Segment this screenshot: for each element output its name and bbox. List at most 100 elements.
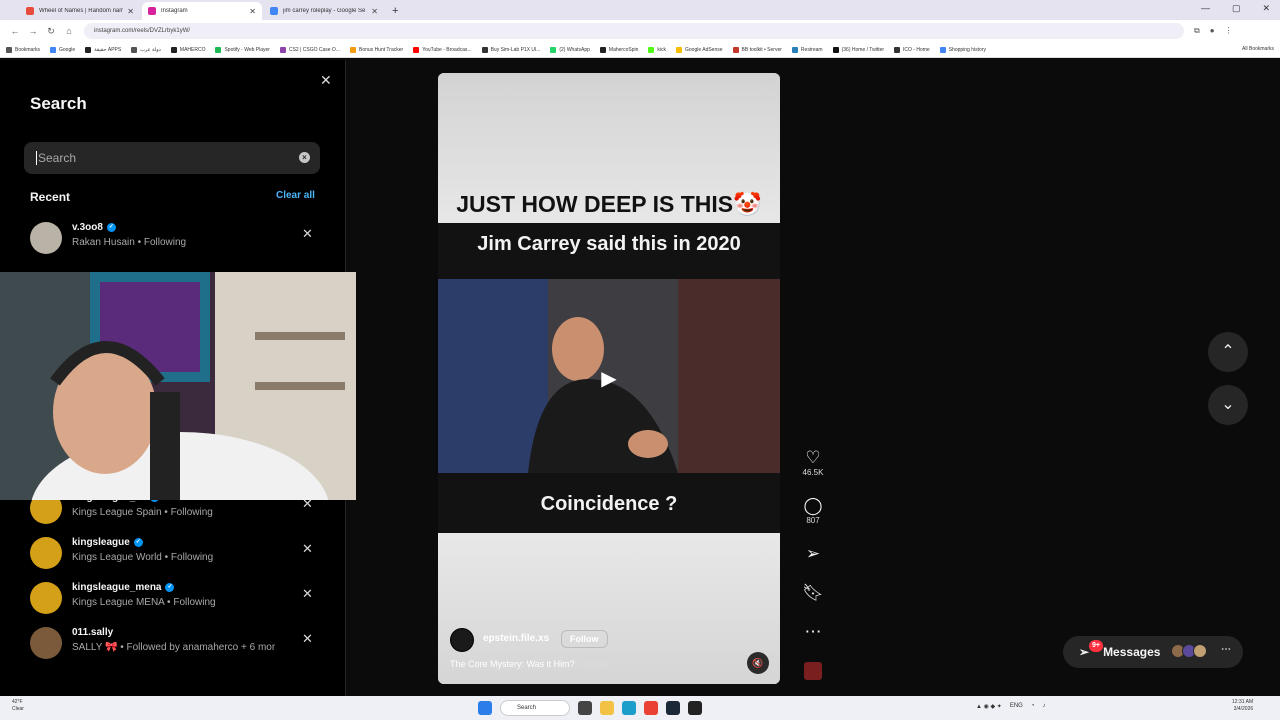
- bookmark-item[interactable]: MAHERCO: [170, 46, 205, 53]
- bookmark-item[interactable]: YouTube - Broadcas...: [413, 46, 472, 53]
- volume-icon[interactable]: ♪: [1042, 703, 1045, 710]
- minimize-icon[interactable]: —: [1201, 3, 1210, 14]
- close-window-icon[interactable]: ✕: [1262, 3, 1270, 14]
- audio-thumbnail-icon[interactable]: [804, 662, 822, 680]
- next-reel-button[interactable]: ⌄: [1208, 385, 1248, 425]
- play-icon[interactable]: ▶: [597, 367, 621, 391]
- share-action[interactable]: ➢: [800, 544, 826, 564]
- language-indicator[interactable]: ENG: [1010, 703, 1023, 710]
- close-tab-icon[interactable]: ✕: [127, 7, 134, 16]
- bookmark-item[interactable]: kick: [648, 46, 666, 53]
- recent-search-item[interactable]: kingsleague ✓ Kings League World • Follow…: [30, 533, 330, 573]
- save-action[interactable]: 🔖︎: [800, 583, 826, 603]
- taskbar-search[interactable]: Search: [500, 700, 570, 716]
- taskbar-clock[interactable]: 12:31 AM 3/4/2026: [1232, 699, 1253, 713]
- bookmark-item[interactable]: BB toolkit • Server: [732, 46, 782, 53]
- bookmark-item[interactable]: Bonus Hunt Tracker: [350, 46, 403, 53]
- reel-caption-mid: Jim Carrey said this in 2020: [477, 233, 741, 255]
- mute-icon[interactable]: 🔇: [747, 652, 769, 674]
- recent-search-item[interactable]: v.3oo8 ✓ Rakan Husain • Following ✕: [30, 218, 330, 258]
- close-search-icon[interactable]: ✕: [320, 72, 332, 89]
- bookmark-icon[interactable]: 🔖︎: [800, 583, 826, 603]
- bookmark-item[interactable]: Buy Sim-Lab P1X Ul...: [481, 46, 540, 53]
- reel-player[interactable]: JUST HOW DEEP IS THIS🤡 Jim Carrey said t…: [438, 73, 780, 684]
- send-icon[interactable]: ➢: [800, 544, 826, 564]
- bookmark-favicon-icon: [413, 46, 420, 53]
- more-icon[interactable]: ⋯: [1221, 644, 1231, 655]
- bookmark-favicon-icon: [791, 46, 798, 53]
- chrome-icon[interactable]: [644, 701, 658, 715]
- bookmark-item[interactable]: حقيقة APPS: [85, 46, 121, 53]
- more-link[interactable]: ... more: [577, 659, 608, 669]
- search-input[interactable]: Search ×: [24, 142, 320, 174]
- bookmark-item[interactable]: MahercoSpin: [599, 46, 638, 53]
- reel-author-username[interactable]: epstein.file.xs: [483, 633, 549, 644]
- search-panel-title: Search: [30, 94, 87, 113]
- weather-widget[interactable]: 42°F Clear: [12, 699, 24, 713]
- bookmark-item[interactable]: Restream: [791, 46, 823, 53]
- maximize-icon[interactable]: ▢: [1232, 3, 1241, 14]
- tray-icons[interactable]: ▲ ◉ ◆ ✦: [976, 703, 1002, 710]
- remove-recent-icon[interactable]: ✕: [302, 226, 313, 242]
- reload-icon[interactable]: ↻: [42, 26, 60, 37]
- bookmark-item[interactable]: Spotify - Web Player: [215, 46, 270, 53]
- more-options[interactable]: ⋯: [800, 622, 826, 642]
- reel-author-avatar[interactable]: [450, 628, 474, 652]
- like-action[interactable]: ♡ 46.5K: [800, 448, 826, 477]
- follow-button[interactable]: Follow: [561, 630, 608, 648]
- all-bookmarks-button[interactable]: All Bookmarks: [1242, 46, 1274, 52]
- more-options-icon[interactable]: ⋯: [800, 622, 826, 642]
- heart-icon[interactable]: ♡: [800, 448, 826, 468]
- recent-search-item[interactable]: 011.sally SALLY 🎀 • Followed by anamaher…: [30, 623, 330, 663]
- obs-icon[interactable]: [688, 701, 702, 715]
- wifi-icon[interactable]: ◔: [1031, 703, 1035, 710]
- bookmark-item[interactable]: (2) WhatsApp: [550, 46, 590, 53]
- bookmark-item[interactable]: Shopping history: [939, 46, 986, 53]
- back-icon[interactable]: ←: [6, 26, 24, 36]
- task-view-icon[interactable]: [578, 701, 592, 715]
- new-tab-button[interactable]: +: [392, 2, 398, 20]
- profile-icon[interactable]: ●: [1210, 26, 1215, 36]
- remove-recent-icon[interactable]: ✕: [302, 541, 313, 557]
- steam-icon[interactable]: [666, 701, 680, 715]
- browser-tab-wheel-of-names[interactable]: Wheel of Names | Random nam ✕: [20, 2, 140, 20]
- forward-icon[interactable]: →: [24, 26, 42, 36]
- edge-icon[interactable]: [622, 701, 636, 715]
- bookmark-item[interactable]: Bookmarks: [6, 46, 40, 53]
- bookmark-item[interactable]: CS2 | CSGO Case O...: [279, 46, 340, 53]
- messages-button[interactable]: ➢ 9+ Messages ⋯: [1063, 636, 1243, 668]
- comment-action[interactable]: ◯ 807: [800, 496, 826, 525]
- avatar: [30, 582, 62, 614]
- tab-title: Instagram: [161, 8, 188, 14]
- close-tab-icon[interactable]: ✕: [249, 7, 256, 16]
- file-explorer-icon[interactable]: [600, 701, 614, 715]
- bookmark-item[interactable]: Google: [50, 46, 75, 53]
- menu-icon[interactable]: ⋮: [1225, 26, 1233, 36]
- bookmark-item[interactable]: ICO - Home: [894, 46, 930, 53]
- home-icon[interactable]: ⌂: [60, 26, 78, 36]
- remove-recent-icon[interactable]: ✕: [302, 631, 313, 647]
- audio-thumbnail[interactable]: [800, 662, 826, 680]
- bookmark-item[interactable]: Google AdSense: [676, 46, 723, 53]
- bookmark-favicon-icon: [350, 46, 356, 53]
- remove-recent-icon[interactable]: ✕: [302, 586, 313, 602]
- clear-all-button[interactable]: Clear all: [276, 190, 315, 201]
- clear-search-icon[interactable]: ×: [299, 152, 310, 163]
- bookmark-item[interactable]: دولة عرب: [131, 46, 161, 53]
- messages-label: Messages: [1103, 645, 1161, 659]
- extensions-icon[interactable]: ⧉: [1194, 26, 1200, 36]
- comment-icon[interactable]: ◯: [800, 496, 826, 516]
- recent-search-item[interactable]: kingsleague_mena ✓ Kings League MENA • Fo…: [30, 578, 330, 618]
- clock-time: 12:31 AM: [1232, 699, 1254, 705]
- bookmark-item[interactable]: (36) Home / Twitter: [832, 46, 884, 53]
- close-tab-icon[interactable]: ✕: [371, 7, 378, 16]
- url-field[interactable]: instagram.com/reels/DVZLrbyk1yW/: [84, 23, 1184, 39]
- browser-tab-instagram[interactable]: Instagram ✕: [142, 2, 262, 20]
- os-taskbar: 42°F Clear Search ▲ ◉ ◆ ✦ ENG ◔ ♪ 12:31 …: [0, 696, 1280, 720]
- reel-description[interactable]: The Core Mystery: Was it Him? ... more: [450, 659, 608, 669]
- taskbar-apps: Search: [478, 700, 702, 716]
- windows-start-icon[interactable]: [478, 701, 492, 715]
- browser-tab-google-search[interactable]: jim carrey roleplay - Google Se ✕: [264, 2, 384, 20]
- previous-reel-button[interactable]: ⌃: [1208, 332, 1248, 372]
- webcam-overlay: [0, 272, 356, 500]
